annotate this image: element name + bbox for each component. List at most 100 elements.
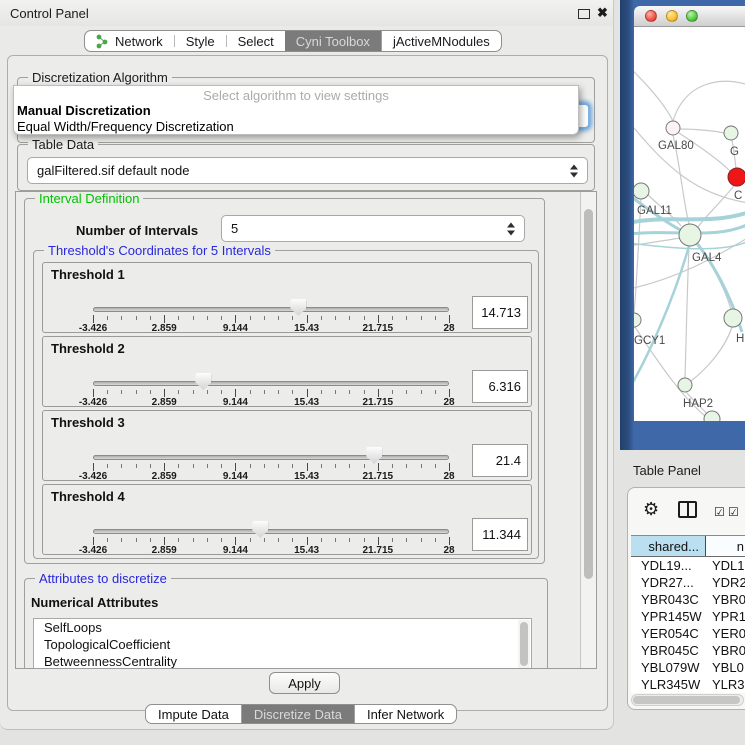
table-data-combo[interactable]: galFiltered.sif default node <box>27 157 588 184</box>
list-item[interactable]: BetweennessCentrality <box>34 653 531 669</box>
network-node[interactable] <box>679 224 701 246</box>
network-node[interactable] <box>666 121 680 135</box>
tab-discretize-data-label: Discretize Data <box>254 707 342 722</box>
network-node[interactable] <box>724 309 742 327</box>
threshold-4-slider-thumb[interactable] <box>252 521 268 538</box>
node-label: GAL11 <box>637 205 672 217</box>
threshold-1-slider-thumb[interactable] <box>290 299 306 316</box>
column-header-shared-name[interactable]: shared... <box>631 536 706 556</box>
table-toolbar: ⚙ ☑ ☑ <box>628 488 745 532</box>
tick-label: 9.144 <box>223 323 248 334</box>
threshold-3-slider-track[interactable] <box>93 455 449 460</box>
table-row[interactable]: YDR27...YDR2 <box>631 574 745 591</box>
table-row[interactable]: YLR345WYLR3 <box>631 676 745 693</box>
horizontal-scrollbar-thumb[interactable] <box>633 696 740 704</box>
tab-select[interactable]: Select <box>227 31 285 51</box>
slider-tick-labels: -3.4262.8599.14415.4321.71528 <box>93 397 449 408</box>
network-node[interactable] <box>724 126 738 140</box>
apply-button[interactable]: Apply <box>269 672 340 694</box>
float-window-icon[interactable] <box>578 9 590 19</box>
node-label: GAL4 <box>692 252 722 264</box>
slider-tick-labels: -3.4262.8599.14415.4321.71528 <box>93 323 449 334</box>
tick-label: 2.859 <box>152 323 177 334</box>
column-header-name[interactable]: n <box>706 536 745 556</box>
tab-jactivemnodules[interactable]: jActiveMNodules <box>381 31 501 51</box>
threshold-3-slider-thumb[interactable] <box>366 447 382 464</box>
close-traffic-light[interactable] <box>645 10 657 22</box>
minimize-traffic-light[interactable] <box>666 10 678 22</box>
tab-cyni-toolbox[interactable]: Cyni Toolbox <box>285 31 381 51</box>
node-label: G <box>730 146 739 158</box>
number-of-intervals-spinner[interactable]: 5 <box>221 215 525 242</box>
algorithm-dropdown-popup: Select algorithm to view settings Manual… <box>13 85 579 135</box>
table-row[interactable]: YBL079WYBL0 <box>631 659 745 676</box>
list-item[interactable]: TopologicalCoefficient <box>34 636 531 653</box>
algorithm-option-equal-width[interactable]: Equal Width/Frequency Discretization <box>17 119 234 134</box>
network-node[interactable] <box>634 313 641 327</box>
tick-label: 2.859 <box>152 545 177 556</box>
cyni-toolbox-panel: Discretization Algorithm Select algorith… <box>7 55 608 711</box>
network-edge <box>691 327 732 381</box>
table-panel-title: Table Panel <box>633 463 701 478</box>
tab-impute-data-label: Impute Data <box>158 707 229 722</box>
gear-icon[interactable]: ⚙ <box>643 499 659 520</box>
control-panel-titlebar: Control Panel ✖ <box>0 0 613 26</box>
network-edge <box>673 81 745 121</box>
split-table-icon[interactable] <box>678 501 697 518</box>
checkbox-icon[interactable]: ☑ <box>714 505 725 519</box>
network-edge <box>679 133 730 171</box>
tick-label: -3.426 <box>79 397 107 408</box>
number-of-intervals-label: Number of Intervals <box>76 223 198 238</box>
list-scrollbar[interactable] <box>518 620 530 669</box>
tick-label: -3.426 <box>79 471 107 482</box>
threshold-3-value-field[interactable]: 21.4 <box>472 444 528 477</box>
threshold-1-slider-track[interactable] <box>93 307 449 312</box>
table-data-group: Table Data galFiltered.sif default node <box>17 144 595 191</box>
attributes-to-discretize-group: Attributes to discretize Numerical Attri… <box>24 578 548 669</box>
tab-network-label: Network <box>115 34 163 49</box>
algorithm-option-manual[interactable]: Manual Discretization <box>17 103 151 118</box>
tab-network[interactable]: Network <box>85 31 174 51</box>
tab-style[interactable]: Style <box>175 31 226 51</box>
tab-impute-data[interactable]: Impute Data <box>146 705 241 723</box>
tick-label: 28 <box>443 545 454 556</box>
checkbox-icon[interactable]: ☑ <box>728 505 739 519</box>
tab-infer-network[interactable]: Infer Network <box>354 705 456 723</box>
table-row[interactable]: YBR043CYBR0 <box>631 591 745 608</box>
threshold-2-slider-thumb[interactable] <box>195 373 211 390</box>
node-label: GCY1 <box>634 335 665 347</box>
network-node[interactable] <box>678 378 692 392</box>
tick-label: -3.426 <box>79 323 107 334</box>
tab-discretize-data[interactable]: Discretize Data <box>241 705 354 723</box>
threshold-2-value-field[interactable]: 6.316 <box>472 370 528 403</box>
threshold-2-slider-track[interactable] <box>93 381 449 386</box>
threshold-4-slider-track[interactable] <box>93 529 449 534</box>
network-canvas[interactable]: GAL80GCGAL11GAL4GCY1HHAP2 <box>634 27 745 421</box>
tab-style-label: Style <box>186 34 215 49</box>
vertical-scrollbar[interactable] <box>580 192 596 668</box>
threshold-1-value-field[interactable]: 14.713 <box>472 296 528 329</box>
table-row[interactable]: YDL19...YDL1 <box>631 557 745 574</box>
numerical-attributes-list[interactable]: SelfLoopsTopologicalCoefficientBetweenne… <box>33 618 532 669</box>
tick-label: 9.144 <box>223 397 248 408</box>
tick-label: 21.715 <box>363 397 394 408</box>
table-row[interactable]: YPR145WYPR1 <box>631 608 745 625</box>
network-window-titlebar[interactable] <box>634 6 745 27</box>
tick-label: -3.426 <box>79 545 107 556</box>
discretization-algorithm-label: Discretization Algorithm <box>28 70 172 85</box>
tick-label: 15.43 <box>294 323 319 334</box>
node-label: H <box>736 333 744 345</box>
network-node[interactable] <box>728 168 745 186</box>
threshold-4-value-field[interactable]: 11.344 <box>472 518 528 551</box>
network-edge <box>680 129 724 133</box>
table-row[interactable]: YER054CYER0 <box>631 625 745 642</box>
threshold-1-panel: Threshold 1 -3.4262.8599.14415.4321.7152… <box>42 262 532 333</box>
list-item[interactable]: SelfLoops <box>34 619 531 636</box>
zoom-traffic-light[interactable] <box>686 10 698 22</box>
table-row[interactable]: YBR045CYBR0 <box>631 642 745 659</box>
close-icon[interactable]: ✖ <box>597 5 608 21</box>
horizontal-scrollbar[interactable] <box>631 694 744 706</box>
network-node[interactable] <box>634 183 649 199</box>
list-scrollbar-thumb[interactable] <box>520 622 528 666</box>
vertical-scrollbar-thumb[interactable] <box>584 209 593 579</box>
